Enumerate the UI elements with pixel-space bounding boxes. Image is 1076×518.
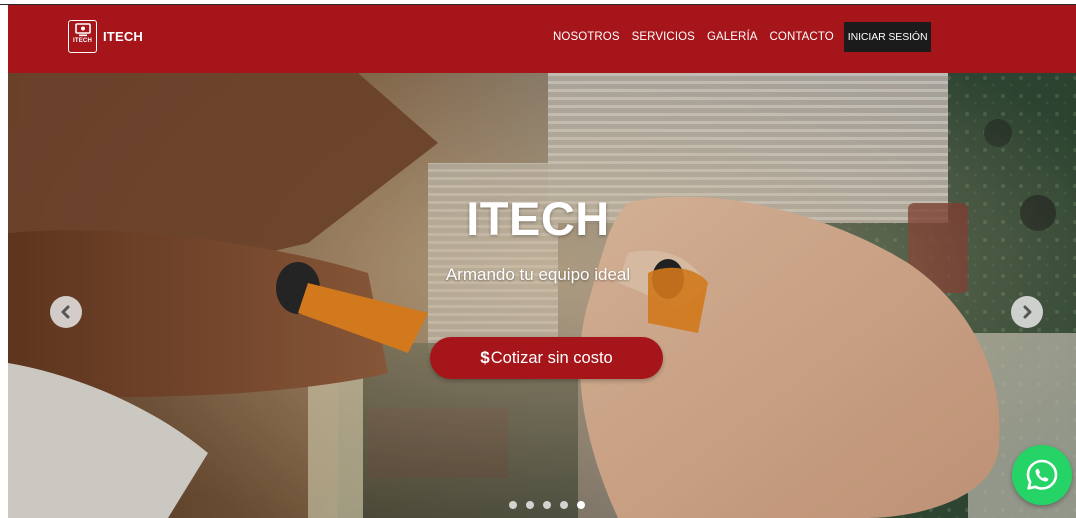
- nav-link-contacto[interactable]: CONTACTO: [764, 22, 840, 52]
- carousel-indicator-3[interactable]: [543, 501, 551, 509]
- brand-name: ITECH: [103, 29, 143, 44]
- nav-link-servicios[interactable]: SERVICIOS: [626, 22, 701, 52]
- brand-logo: ITECH: [68, 20, 97, 53]
- hero-background-image: [8, 73, 1076, 518]
- hero-subtitle: Armando tu equipo ideal: [445, 265, 631, 284]
- carousel-indicator-2[interactable]: [526, 501, 534, 509]
- quote-button[interactable]: $ Cotizar sin costo: [430, 337, 663, 379]
- quote-button-label: Cotizar sin costo: [490, 348, 613, 367]
- brand-link[interactable]: ITECH ITECH: [68, 20, 143, 53]
- carousel-indicators: [509, 501, 585, 509]
- chevron-left-icon: [61, 305, 70, 319]
- nav-link-nosotros[interactable]: NOSOTROS: [547, 22, 626, 52]
- page: ITECH ITECH NOSOTROS SERVICIOS GALERÍA C…: [0, 0, 1076, 518]
- brand-logo-text: ITECH: [73, 38, 92, 44]
- carousel-prev-button[interactable]: [50, 296, 82, 328]
- carousel-indicator-1[interactable]: [509, 501, 517, 509]
- carousel-indicator-4[interactable]: [560, 501, 568, 509]
- login-button[interactable]: INICIAR SESIÓN: [843, 22, 932, 52]
- nav-links: NOSOTROS SERVICIOS GALERÍA CONTACTO INIC…: [547, 22, 932, 52]
- carousel-next-button[interactable]: [1011, 296, 1043, 328]
- chevron-right-icon: [1023, 305, 1032, 319]
- carousel-indicator-5[interactable]: [577, 501, 585, 509]
- nav-link-galeria[interactable]: GALERÍA: [701, 22, 764, 52]
- whatsapp-button[interactable]: [1012, 445, 1072, 505]
- hero-title: ITECH: [466, 192, 610, 245]
- dollar-icon: $: [480, 348, 490, 367]
- hero-carousel: ITECH Armando tu equipo ideal $ Cotizar …: [8, 73, 1076, 518]
- monitor-icon: [74, 23, 91, 37]
- navbar: ITECH ITECH NOSOTROS SERVICIOS GALERÍA C…: [8, 5, 1076, 73]
- whatsapp-icon: [1026, 459, 1058, 490]
